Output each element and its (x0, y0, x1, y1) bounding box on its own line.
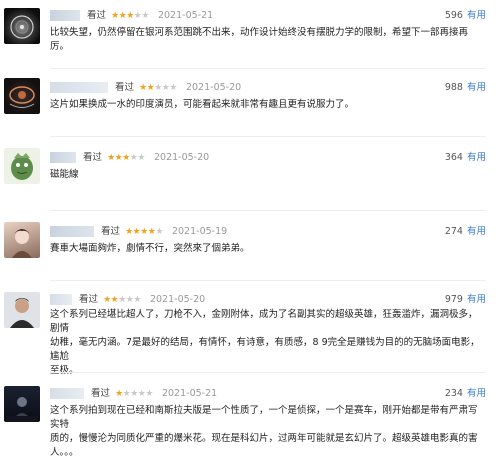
divider (50, 68, 486, 69)
vote-area: 274 有用 (445, 224, 486, 240)
review-text: 这个系列拍到现在已经和南斯拉夫版是一个性质了，一个是侦探，一个是赛车，刚开始都是… (50, 405, 478, 458)
vote-area: 234 有用 (445, 386, 486, 402)
review-date: 2021-05-19 (171, 226, 228, 237)
review-date: 2021-05-21 (161, 388, 218, 399)
divider (50, 372, 486, 373)
rating-stars: ★★★★★ (139, 83, 177, 93)
rating-stars: ★★★★★ (103, 295, 141, 305)
vote-count: 364 (444, 152, 463, 163)
avatar[interactable] (4, 292, 40, 328)
divider (50, 210, 486, 211)
review-item: 看过 ★★★★★ 2021-05-20 988 有用 这片如果换成一水的印度演员，… (0, 72, 500, 132)
review-item: 看过 ★★★★★ 2021-05-19 274 有用 賽車大場面夠炸，劇情不行，突… (0, 216, 500, 276)
review-text: 这片如果换成一水的印度演员，可能看起来就非常有趣且更有说服力了。 (50, 99, 355, 110)
avatar[interactable] (4, 78, 40, 114)
avatar[interactable] (4, 386, 40, 422)
watched-label: 看过 (101, 226, 121, 237)
review-text: 賽車大場面夠炸，劇情不行，突然來了個弟弟。 (50, 243, 250, 254)
watched-label: 看过 (87, 10, 107, 21)
review-text: 磁能線 (50, 169, 79, 180)
review-date: 2021-05-20 (185, 82, 242, 93)
username-blurred[interactable] (50, 294, 72, 305)
review-item: 看过 ★★★★★ 2021-05-20 364 有用 磁能線 (0, 142, 500, 202)
review-date: 2021-05-20 (153, 152, 210, 163)
rating-stars: ★★★★★ (107, 153, 145, 163)
vote-count: 979 (444, 294, 463, 305)
username-blurred[interactable] (50, 152, 76, 163)
username-blurred[interactable] (50, 10, 80, 21)
username-blurred[interactable] (50, 388, 84, 399)
review-text: 比较失望，仍然停留在银河系范围跳不出来，动作设计始终没有摆脱力学的限制，希望下一… (50, 27, 469, 52)
rating-stars: ★★★★★ (115, 389, 153, 399)
useful-button[interactable]: 有用 (467, 82, 486, 93)
username-blurred[interactable] (50, 226, 94, 237)
review-header: 看过 ★★★★★ 2021-05-20 979 有用 (50, 292, 486, 308)
review-header: 看过 ★★★★★ 2021-05-20 364 有用 (50, 150, 486, 166)
useful-button[interactable]: 有用 (467, 226, 486, 237)
useful-button[interactable]: 有用 (467, 152, 486, 163)
review-date: 2021-05-20 (149, 294, 206, 305)
watched-label: 看过 (83, 152, 103, 163)
rating-stars: ★★★★★ (125, 227, 163, 237)
vote-count: 988 (444, 82, 463, 93)
vote-area: 596 有用 (445, 8, 486, 24)
review-text: 这个系列已经堪比超人了，刀枪不入，金刚附体，成为了名副其实的超级英雄，狂轰滥炸，… (50, 309, 480, 376)
divider (50, 136, 486, 137)
review-header: 看过 ★★★★★ 2021-05-21 234 有用 (50, 386, 486, 402)
useful-button[interactable]: 有用 (467, 294, 486, 305)
review-header: 看过 ★★★★★ 2021-05-20 988 有用 (50, 80, 486, 96)
vote-count: 274 (444, 226, 463, 237)
avatar[interactable] (4, 8, 40, 44)
useful-button[interactable]: 有用 (467, 10, 486, 21)
review-header: 看过 ★★★★★ 2021-05-21 596 有用 (50, 8, 486, 24)
useful-button[interactable]: 有用 (467, 388, 486, 399)
avatar[interactable] (4, 148, 40, 184)
review-item: 看过 ★★★★★ 2021-05-20 979 有用 这个系列已经堪比超人了，刀枪… (0, 286, 500, 376)
vote-area: 988 有用 (445, 80, 486, 96)
watched-label: 看过 (91, 388, 111, 399)
username-blurred[interactable] (50, 82, 108, 93)
vote-count: 234 (444, 388, 463, 399)
review-date: 2021-05-21 (157, 10, 214, 21)
vote-area: 979 有用 (445, 292, 486, 308)
divider (50, 280, 486, 281)
review-item: 看过 ★★★★★ 2021-05-21 596 有用 比较失望，仍然停留在银河系范… (0, 0, 500, 60)
watched-label: 看过 (79, 294, 99, 305)
vote-area: 364 有用 (445, 150, 486, 166)
avatar[interactable] (4, 222, 40, 258)
vote-count: 596 (444, 10, 463, 21)
watched-label: 看过 (115, 82, 135, 93)
rating-stars: ★★★★★ (111, 11, 149, 21)
review-header: 看过 ★★★★★ 2021-05-19 274 有用 (50, 224, 486, 240)
review-item: 看过 ★★★★★ 2021-05-21 234 有用 这个系列拍到现在已经和南斯拉… (0, 380, 500, 468)
